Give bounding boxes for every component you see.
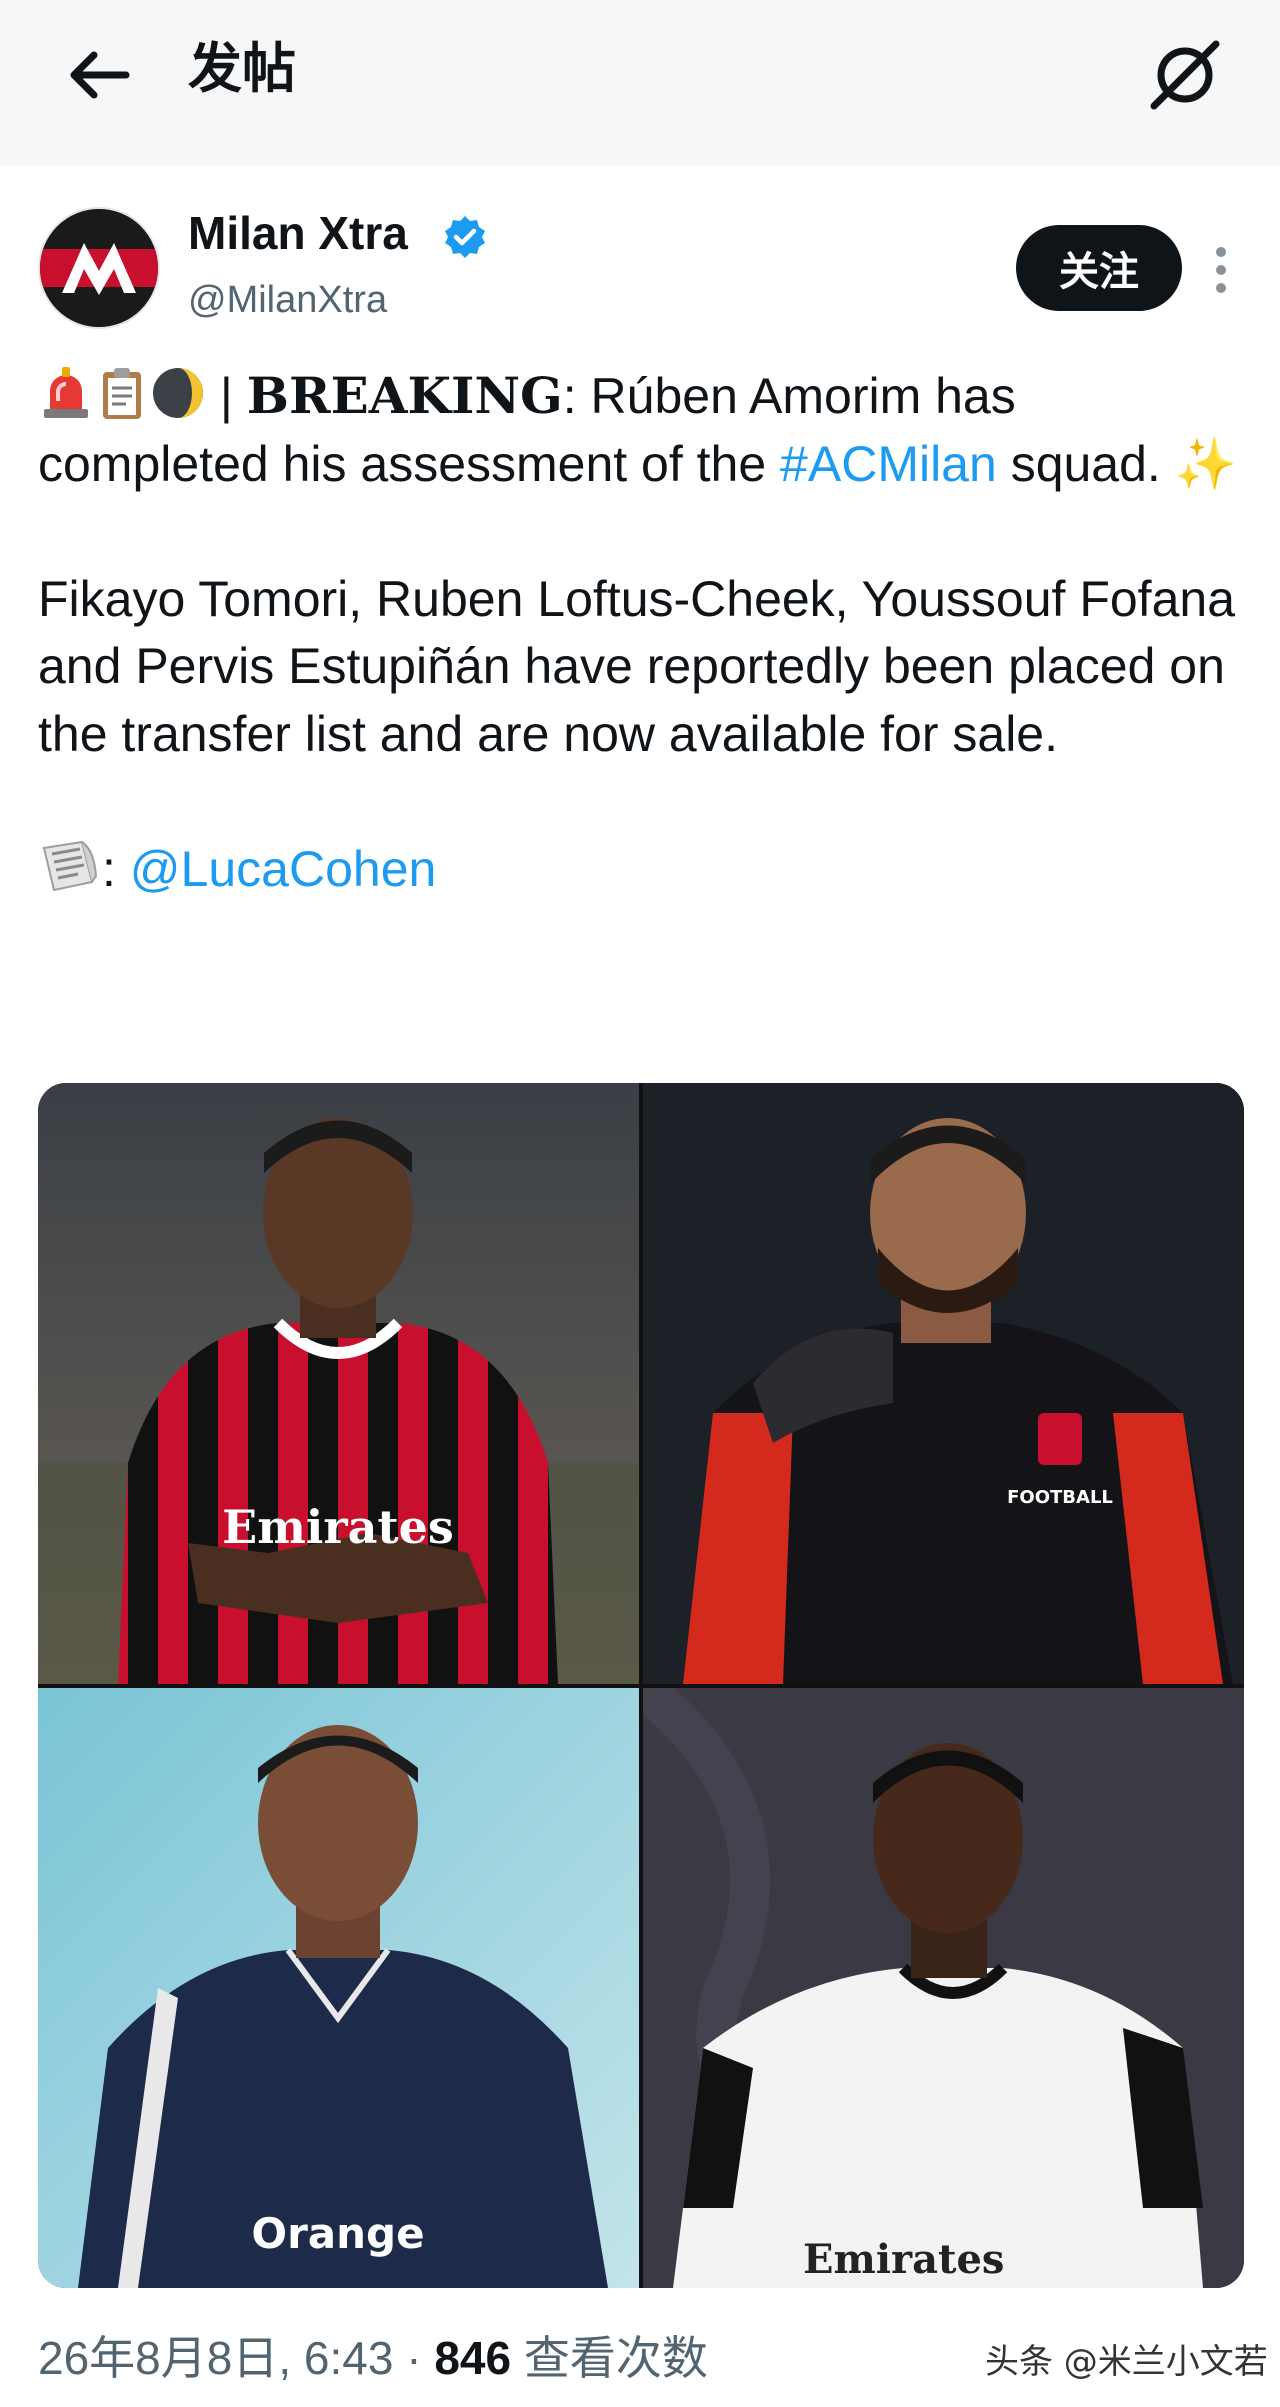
more-options-button[interactable] bbox=[1206, 240, 1236, 300]
tweet-text: | BREAKING: Rúben Amorim has completed h… bbox=[38, 362, 1248, 903]
separator: | bbox=[206, 368, 247, 424]
kit-sponsor-4: Emirates bbox=[803, 2236, 1004, 2283]
avatar[interactable] bbox=[38, 207, 160, 329]
views-count: 846 bbox=[434, 2332, 512, 2384]
watermark: 头条 @米兰小文若 bbox=[985, 2342, 1268, 2382]
player-photo-2: FOOTBALL bbox=[643, 1083, 1244, 1684]
top-bar: 发帖 bbox=[0, 0, 1280, 165]
author-name[interactable]: Milan Xtra bbox=[188, 205, 408, 261]
verified-badge-icon bbox=[445, 216, 485, 258]
source-colon: : bbox=[102, 840, 130, 897]
grok-icon bbox=[1150, 40, 1220, 110]
breaking-colon: : bbox=[562, 368, 591, 424]
clipboard-emoji bbox=[103, 368, 141, 419]
views-label: 查看次数 bbox=[511, 2332, 708, 2384]
kit-sponsor-3: Orange bbox=[251, 2209, 424, 2258]
tweet-line1-end: squad. bbox=[996, 435, 1175, 492]
tweet-meta: 26年8月8日, 6:43 · 846 查看次数 bbox=[38, 2328, 708, 2388]
newspaper-emoji bbox=[42, 840, 98, 891]
siren-emoji bbox=[44, 367, 88, 418]
meta-dot: · bbox=[393, 2332, 435, 2384]
follow-button[interactable]: 关注 bbox=[1016, 225, 1182, 311]
hashtag-link[interactable]: #ACMilan bbox=[780, 436, 997, 492]
mention-link[interactable]: @LucaCohen bbox=[130, 841, 437, 897]
media-grid[interactable]: Emirates FOOTBALL Orange Emirates bbox=[38, 1083, 1244, 2288]
photo-4[interactable]: Emirates bbox=[643, 1688, 1244, 2288]
tweet-paragraph-2: Fikayo Tomori, Ruben Loftus-Cheek, Youss… bbox=[38, 570, 1235, 762]
player-photo-3: Orange bbox=[38, 1688, 639, 2288]
milan-xtra-logo bbox=[40, 209, 158, 327]
photo-1[interactable]: Emirates bbox=[38, 1083, 639, 1684]
player-photo-1: Emirates bbox=[38, 1083, 639, 1684]
author-handle[interactable]: @MilanXtra bbox=[188, 277, 387, 323]
more-vertical-icon bbox=[1216, 247, 1226, 293]
back-button[interactable] bbox=[60, 35, 140, 115]
grok-button[interactable] bbox=[1140, 30, 1230, 120]
kit-sponsor-2: FOOTBALL bbox=[1007, 1487, 1113, 1508]
timestamp[interactable]: 26年8月8日, 6:43 bbox=[38, 2332, 393, 2384]
kit-sponsor-1: Emirates bbox=[222, 1500, 454, 1554]
moon-emoji bbox=[153, 368, 203, 418]
sparkles-emoji: ✨ bbox=[1174, 435, 1237, 492]
breaking-label: BREAKING bbox=[246, 366, 563, 425]
photo-3[interactable]: Orange bbox=[38, 1688, 639, 2288]
player-photo-4: Emirates bbox=[643, 1688, 1244, 2288]
page-title: 发帖 bbox=[188, 37, 296, 100]
photo-2[interactable]: FOOTBALL bbox=[643, 1083, 1244, 1684]
arrow-left-icon bbox=[70, 51, 130, 99]
